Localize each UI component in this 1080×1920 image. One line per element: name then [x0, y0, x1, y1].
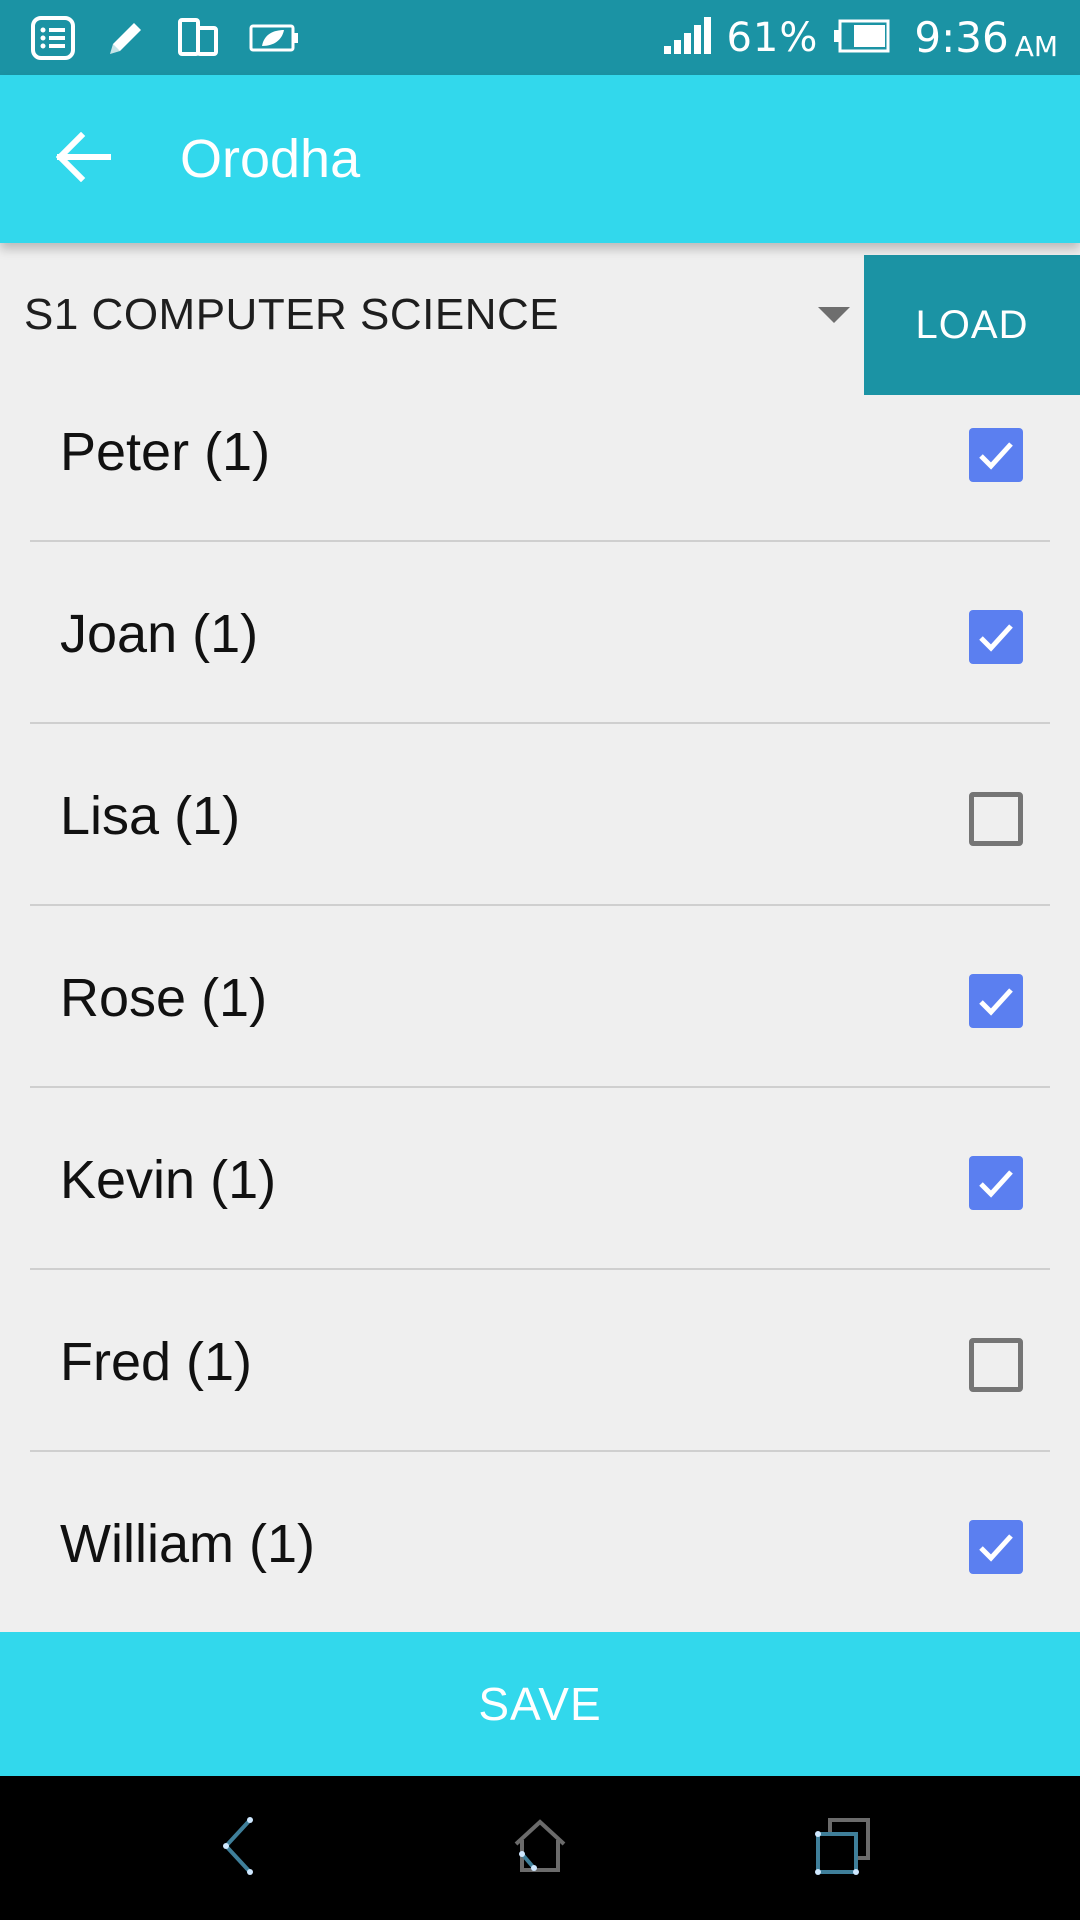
checkmark-icon — [979, 988, 1013, 1016]
student-row[interactable]: Rose (1) — [0, 926, 1080, 1108]
student-name: Fred (1) — [60, 1332, 253, 1392]
row-divider — [30, 540, 1050, 542]
student-list: Peter (1) Joan (1) Lisa (1) Rose (1) Kevin (… — [0, 380, 1080, 1654]
row-divider — [30, 1268, 1050, 1270]
page-title: Orodha — [180, 129, 361, 189]
clock-ampm: AM — [1014, 30, 1058, 63]
attendance-checkbox[interactable] — [969, 428, 1023, 482]
attendance-checkbox[interactable] — [969, 1338, 1023, 1392]
attendance-checkbox[interactable] — [969, 1156, 1023, 1210]
row-divider — [30, 904, 1050, 906]
student-name: William (1) — [60, 1514, 315, 1574]
attendance-checkbox[interactable] — [969, 610, 1023, 664]
nav-recents-button[interactable] — [800, 1806, 884, 1890]
recents-nav-icon — [810, 1814, 874, 1882]
save-button[interactable]: SAVE — [0, 1632, 1080, 1776]
student-name: Lisa (1) — [60, 786, 241, 846]
arrow-left-icon — [55, 131, 112, 186]
home-nav-icon — [508, 1814, 572, 1882]
list-icon — [30, 15, 76, 61]
attendance-checkbox[interactable] — [969, 792, 1023, 846]
battery-icon — [832, 19, 890, 57]
student-row[interactable]: Lisa (1) — [0, 744, 1080, 926]
student-name: Peter (1) — [60, 422, 271, 482]
system-indicators: 61% 9:36 AM — [662, 0, 1058, 75]
row-divider — [30, 1086, 1050, 1088]
clock: 9:36 AM — [914, 13, 1058, 63]
battery-saver-icon — [248, 18, 300, 58]
student-row[interactable]: William (1) — [0, 1472, 1080, 1654]
row-divider — [30, 1450, 1050, 1452]
status-bar: 61% 9:36 AM — [0, 0, 1080, 75]
class-dropdown-value: S1 COMPUTER SCIENCE — [24, 290, 560, 339]
student-name: Kevin (1) — [60, 1150, 277, 1210]
attendance-checkbox[interactable] — [969, 974, 1023, 1028]
battery-percent: 61% — [726, 14, 819, 61]
nav-back-button[interactable] — [196, 1806, 280, 1890]
student-name: Rose (1) — [60, 968, 268, 1028]
nav-home-button[interactable] — [498, 1806, 582, 1890]
pencil-icon — [104, 16, 148, 60]
checkmark-icon — [979, 1170, 1013, 1198]
checkmark-icon — [979, 1534, 1013, 1562]
student-row[interactable]: Peter (1) — [0, 380, 1080, 562]
signal-icon — [662, 16, 712, 60]
clock-time: 9:36 — [914, 13, 1009, 62]
back-button[interactable] — [48, 123, 120, 195]
student-row[interactable]: Joan (1) — [0, 562, 1080, 744]
row-divider — [30, 722, 1050, 724]
student-row[interactable]: Kevin (1) — [0, 1108, 1080, 1290]
student-row[interactable]: Fred (1) — [0, 1290, 1080, 1472]
navigation-bar — [0, 1776, 1080, 1920]
back-nav-icon — [208, 1814, 268, 1882]
checkmark-icon — [979, 442, 1013, 470]
student-name: Joan (1) — [60, 604, 259, 664]
checkmark-icon — [979, 624, 1013, 652]
notification-icons — [30, 14, 300, 62]
device-rotate-icon — [176, 16, 220, 60]
app-bar: Orodha — [0, 75, 1080, 243]
class-dropdown[interactable]: S1 COMPUTER SCIENCE — [0, 255, 864, 375]
attendance-checkbox[interactable] — [969, 1520, 1023, 1574]
dropdown-arrow-icon — [818, 307, 850, 323]
load-button[interactable]: LOAD — [864, 255, 1080, 395]
